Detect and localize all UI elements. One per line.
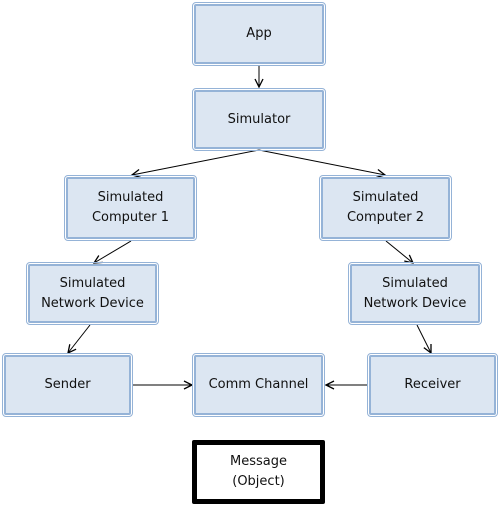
- edge-simulator-computer1: [132, 149, 260, 175]
- node-app: App: [192, 2, 326, 66]
- edge-computer2-netdev-right: [385, 240, 413, 263]
- node-computer-2-label: Simulated Computer 2: [346, 190, 425, 225]
- node-message: Message (Object): [192, 440, 325, 504]
- node-message-label: Message (Object): [230, 454, 287, 489]
- edges-layer: [0, 66, 500, 505]
- node-computer-1-label: Simulated Computer 1: [91, 190, 170, 225]
- node-network-device-left: Simulated Network Device: [26, 262, 159, 325]
- edge-computer1-netdev-left: [94, 240, 132, 263]
- node-computer-1: Simulated Computer 1: [64, 175, 197, 241]
- node-simulator: Simulator: [192, 88, 326, 151]
- node-sender: Sender: [2, 353, 133, 417]
- node-network-device-right: Simulated Network Device: [348, 262, 482, 325]
- node-network-device-right-label: Simulated Network Device: [363, 275, 467, 311]
- node-simulator-label: Simulator: [227, 111, 291, 127]
- node-comm-channel-label: Comm Channel: [208, 377, 309, 392]
- edge-netdev-right-receiver: [416, 324, 431, 353]
- node-comm-channel: Comm Channel: [192, 353, 325, 417]
- node-receiver-label: Receiver: [404, 377, 461, 392]
- node-receiver: Receiver: [367, 353, 498, 417]
- edge-netdev-left-sender: [68, 324, 91, 353]
- node-sender-label: Sender: [44, 377, 91, 392]
- node-app-label: App: [246, 26, 272, 41]
- node-network-device-left-label: Simulated Network Device: [41, 275, 144, 311]
- node-computer-2: Simulated Computer 2: [319, 175, 452, 241]
- edge-simulator-computer2: [258, 149, 385, 175]
